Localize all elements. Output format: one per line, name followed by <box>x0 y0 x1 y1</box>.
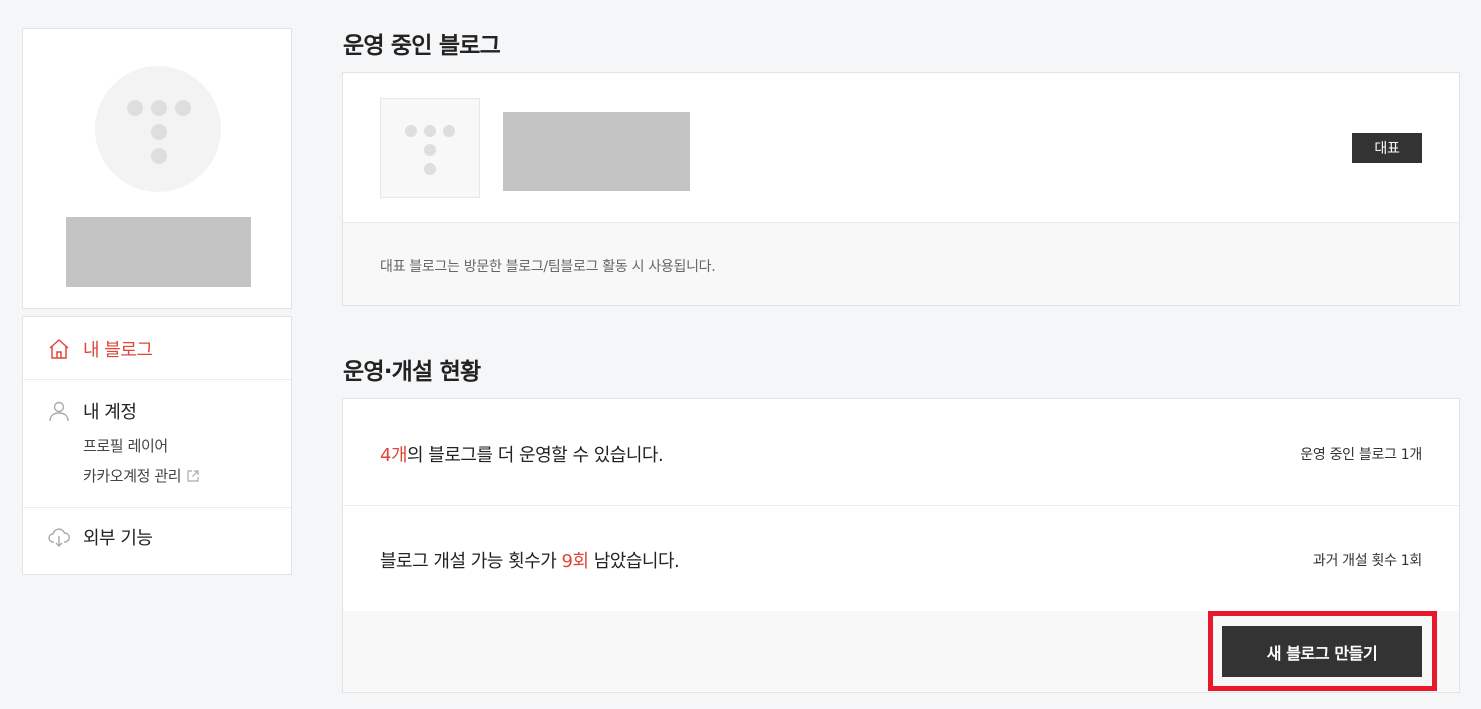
running-blogs-footer: 대표 블로그는 방문한 블로그/팀블로그 활동 시 사용됩니다. <box>343 222 1459 305</box>
profile-name-placeholder <box>66 217 251 287</box>
blog-count-message: 4개의 블로그를 더 운영할 수 있습니다. <box>380 445 664 466</box>
main-blog-note: 대표 블로그는 방문한 블로그/팀블로그 활동 시 사용됩니다. <box>380 259 716 275</box>
menu-section-external: 외부 기능 <box>23 507 291 575</box>
sidebar-subitem-profile-layer[interactable]: 프로필 레이어 <box>83 435 168 456</box>
sidebar-item-my-account[interactable]: 내 계정 <box>47 398 137 424</box>
avatar[interactable] <box>95 66 221 192</box>
blog-count-value: 4개 <box>380 445 408 466</box>
home-icon <box>47 337 71 361</box>
sidebar-item-my-blog[interactable]: 내 블로그 <box>47 336 153 362</box>
status-row-open-count: 블로그 개설 가능 횟수가 9회 남았습니다. 과거 개설 횟수 1회 <box>343 506 1459 612</box>
main-blog-badge: 대표 <box>1352 133 1422 163</box>
past-open-count: 과거 개설 횟수 1회 <box>1312 553 1422 569</box>
status-row-blog-count: 4개의 블로그를 더 운영할 수 있습니다. 운영 중인 블로그 1개 <box>343 399 1459 506</box>
running-blog-count: 운영 중인 블로그 1개 <box>1300 447 1422 463</box>
profile-card <box>22 28 292 309</box>
running-blogs-title: 운영 중인 블로그 <box>343 33 501 59</box>
sidebar-menu: 내 블로그 내 계정 프로필 레이어 카카오계정 관리 외부 기능 <box>22 316 292 575</box>
blog-thumbnail[interactable] <box>380 98 480 198</box>
tistory-logo-icon <box>405 125 457 177</box>
blog-name-placeholder[interactable] <box>503 112 690 191</box>
sidebar-item-label: 내 블로그 <box>83 340 153 361</box>
open-count-message: 블로그 개설 가능 횟수가 9회 남았습니다. <box>380 551 680 572</box>
sidebar-item-label: 외부 기능 <box>83 528 153 549</box>
menu-section-my-blog: 내 블로그 <box>23 317 291 379</box>
status-title: 운영·개설 현황 <box>343 359 481 385</box>
tistory-logo-icon <box>127 100 191 164</box>
sidebar-item-external[interactable]: 외부 기능 <box>47 524 153 550</box>
create-blog-button[interactable]: 새 블로그 만들기 <box>1222 626 1422 677</box>
menu-section-account: 내 계정 프로필 레이어 카카오계정 관리 <box>23 379 291 507</box>
cloud-download-icon <box>47 525 71 549</box>
external-link-icon <box>186 469 200 483</box>
running-blogs-panel: 대표 대표 블로그는 방문한 블로그/팀블로그 활동 시 사용됩니다. <box>342 72 1460 306</box>
open-count-value: 9회 <box>561 551 590 572</box>
sidebar-item-label: 내 계정 <box>83 402 137 423</box>
sidebar-subitem-kakao-account[interactable]: 카카오계정 관리 <box>83 465 200 486</box>
user-icon <box>47 399 71 423</box>
